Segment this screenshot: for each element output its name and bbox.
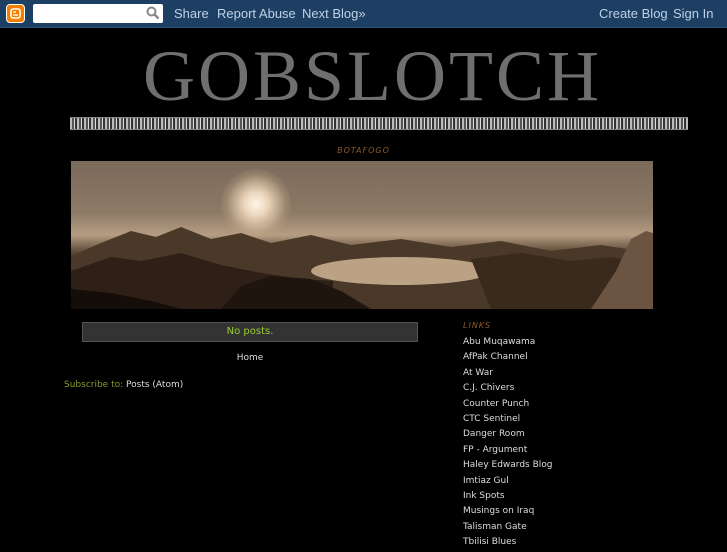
sidebar-link[interactable]: CTC Sentinel xyxy=(463,414,552,429)
search-input[interactable] xyxy=(33,4,163,23)
sidebar-links-title: LINKS xyxy=(463,321,492,330)
sidebar-links-list: Abu Muqawama AfPak Channel At War C.J. C… xyxy=(463,337,552,552)
sidebar-link[interactable]: At War xyxy=(463,368,552,383)
blogger-b-icon xyxy=(10,8,21,19)
search-icon[interactable] xyxy=(146,6,160,20)
sidebar-link[interactable]: Danger Room xyxy=(463,429,552,444)
create-blog-link[interactable]: Create Blog xyxy=(599,6,668,21)
blogger-logo-icon[interactable] xyxy=(6,4,25,23)
sidebar-link[interactable]: Ink Spots xyxy=(463,491,552,506)
sidebar-link[interactable]: FP - Argument xyxy=(463,445,552,460)
sidebar-link[interactable]: C.J. Chivers xyxy=(463,383,552,398)
ornamental-divider xyxy=(70,117,688,130)
sidebar-link[interactable]: Musings on Iraq xyxy=(463,506,552,521)
home-link[interactable]: Home xyxy=(82,353,418,363)
blog-description: BOTAFOGO xyxy=(337,146,390,155)
sidebar-link[interactable]: Imtiaz Gul xyxy=(463,476,552,491)
atom-feed-link[interactable]: Posts (Atom) xyxy=(126,380,183,390)
no-posts-message: No posts. xyxy=(82,322,418,342)
sidebar-link[interactable]: AfPak Channel xyxy=(463,352,552,367)
sign-in-link[interactable]: Sign In xyxy=(673,6,713,21)
subscribe-label: Subscribe to: xyxy=(64,380,124,390)
sidebar-link[interactable]: Counter Punch xyxy=(463,399,552,414)
sidebar-link[interactable]: Talisman Gate xyxy=(463,522,552,537)
next-blog-link[interactable]: Next Blog» xyxy=(302,6,366,21)
blog-title[interactable]: GOBSLOTCH xyxy=(0,36,727,116)
report-abuse-link[interactable]: Report Abuse xyxy=(217,6,296,21)
blogger-navbar: Share Report Abuse Next Blog» Create Blo… xyxy=(0,0,727,28)
sidebar-link[interactable]: Haley Edwards Blog xyxy=(463,460,552,475)
sidebar-link[interactable]: Abu Muqawama xyxy=(463,337,552,352)
share-link[interactable]: Share xyxy=(174,6,209,21)
subscribe-line: Subscribe to: Posts (Atom) xyxy=(64,380,183,390)
header-image xyxy=(71,161,653,309)
blog-title-text[interactable]: GOBSLOTCH xyxy=(143,36,602,116)
landscape-illustration xyxy=(71,227,653,309)
